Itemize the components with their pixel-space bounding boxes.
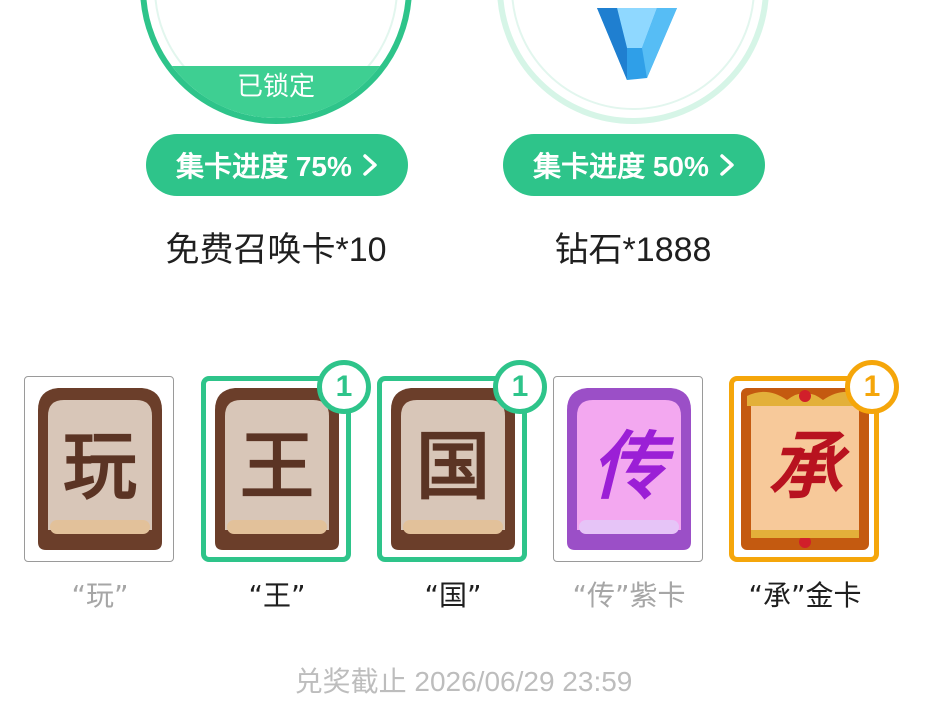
prize-ring xyxy=(497,0,769,124)
word-card-guo[interactable]: 国 1 xyxy=(377,360,547,564)
card-art: 玩 xyxy=(38,388,162,550)
chevron-right-icon xyxy=(720,154,734,176)
card-glyph: 传 xyxy=(592,424,675,510)
card-glyph: 国 xyxy=(416,424,490,510)
card-label: “王” xyxy=(248,579,306,612)
collect-progress-button[interactable]: 集卡进度 75% xyxy=(146,134,408,196)
prize-name: 钻石*1888 xyxy=(554,231,712,269)
word-card-cheng-gold[interactable]: 承 1 xyxy=(729,360,899,564)
card-glyph: 王 xyxy=(240,424,314,510)
card-label: “承”金卡 xyxy=(748,579,862,612)
locked-status: 已锁定 xyxy=(236,72,315,102)
prize-diamond: 集卡进度 50% 钻石*1888 xyxy=(497,0,769,290)
prize-summon-card: 已锁定 集卡进度 75% 免费召唤卡*10 xyxy=(140,0,412,290)
card-count-badge: 1 xyxy=(317,360,371,414)
word-card-wang[interactable]: 王 1 xyxy=(201,360,371,564)
locked-band: 已锁定 xyxy=(146,66,406,118)
diamond-icon xyxy=(597,8,677,80)
word-card-chuan-purple[interactable]: 传 xyxy=(553,374,705,564)
prize-ring: 已锁定 xyxy=(140,0,412,124)
card-glyph: 玩 xyxy=(63,424,137,510)
card-label: “国” xyxy=(424,579,482,612)
card-count-badge: 1 xyxy=(845,360,899,414)
progress-label: 集卡进度 50% xyxy=(533,151,709,182)
progress-label: 集卡进度 75% xyxy=(176,151,352,182)
word-card-wan[interactable]: 玩 xyxy=(24,374,176,564)
collect-progress-button[interactable]: 集卡进度 50% xyxy=(503,134,765,196)
card-count-badge: 1 xyxy=(493,360,547,414)
card-glyph: 承 xyxy=(768,424,850,510)
redeem-deadline: 兑奖截止 2026/06/29 23:59 xyxy=(294,666,633,697)
prize-name: 免费召唤卡*10 xyxy=(165,231,387,269)
card-label: “玩” xyxy=(71,579,129,612)
chevron-right-icon xyxy=(363,154,377,176)
card-art: 传 xyxy=(567,388,691,550)
card-label: “传”紫卡 xyxy=(572,579,686,612)
